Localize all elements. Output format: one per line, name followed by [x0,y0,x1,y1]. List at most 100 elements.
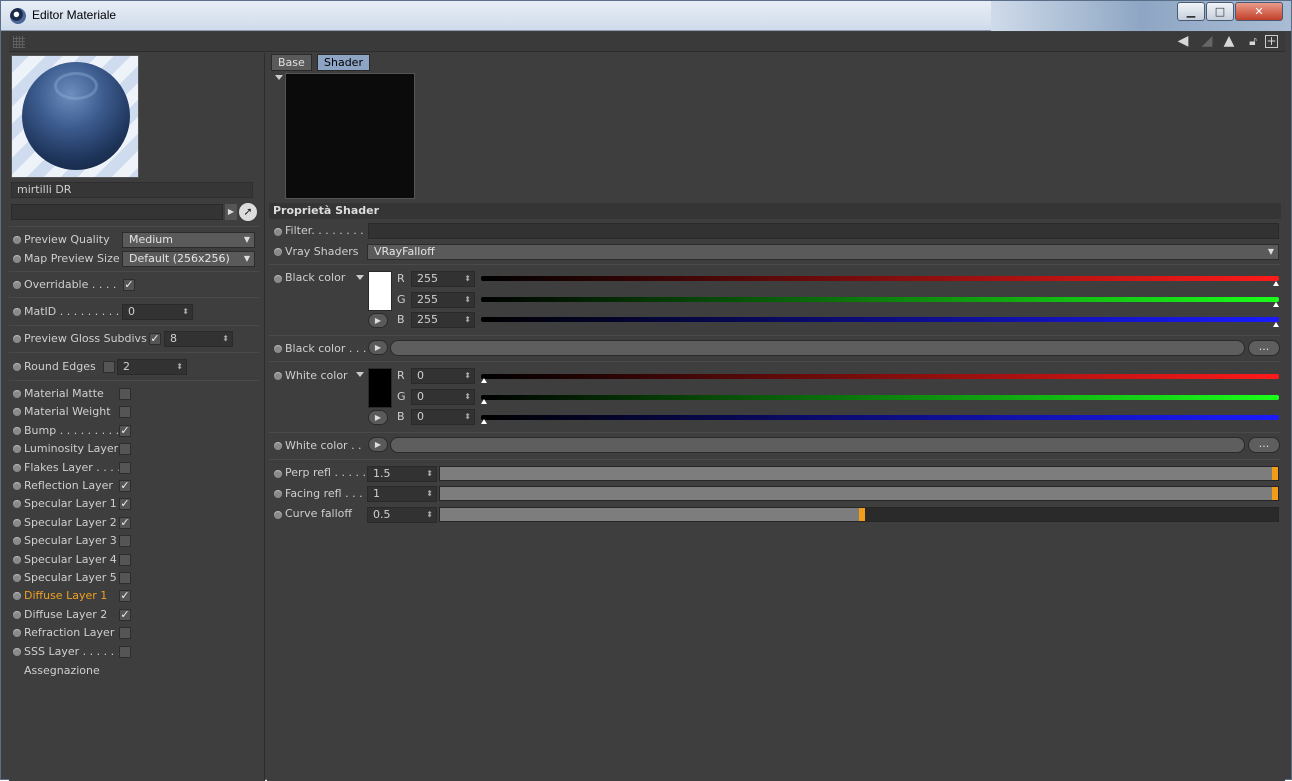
black-color-browse-button[interactable]: ... [1248,340,1280,356]
curve-falloff-handle[interactable] [859,508,865,521]
maximize-button[interactable]: □ [1206,2,1234,21]
white-color-browse-button[interactable]: ... [1248,437,1280,453]
animate-dot[interactable] [13,592,21,601]
white-b-handle[interactable] [481,419,487,424]
black-b-slider[interactable] [481,317,1279,322]
white-color-texture-slot[interactable] [390,437,1245,453]
expand-triangle-icon[interactable] [356,275,364,280]
preview-gloss-checkbox[interactable]: ✓ [149,333,161,345]
spinner-icon[interactable]: ⬍ [176,360,183,374]
black-b-input[interactable]: 255 ⬍ [411,312,475,328]
spinner-icon[interactable]: ⬍ [182,305,189,319]
white-g-slider[interactable] [481,395,1279,400]
white-r-slider[interactable] [481,374,1279,379]
layer-checkbox[interactable] [119,443,131,456]
play-arrow-icon[interactable]: ▶ [225,204,237,220]
overridable-checkbox[interactable]: ✓ [123,279,135,291]
spinner-icon[interactable]: ⬍ [464,390,471,404]
animate-dot[interactable] [13,426,21,435]
layer-label[interactable]: Bump . . . . . . . . . [24,422,119,440]
layer-label[interactable]: SSS Layer . . . . . . [24,643,121,661]
spinner-icon[interactable]: ⬍ [464,369,471,383]
white-b-input[interactable]: 0 ⬍ [411,409,475,425]
expand-triangle-icon[interactable] [356,372,364,377]
layer-label[interactable]: Material Matte [24,385,104,403]
black-color-swatch[interactable] [368,271,392,311]
new-panel-icon[interactable]: + [1265,35,1278,48]
play-arrow-icon[interactable]: ▶ [368,410,388,425]
layer-label[interactable]: Refraction Layer [24,624,114,642]
animate-dot[interactable] [13,555,21,564]
animate-dot[interactable] [13,255,21,263]
white-r-input[interactable]: 0 ⬍ [411,368,475,384]
cursor-icon[interactable]: ▲ [1221,33,1237,50]
play-arrow-icon[interactable]: ▶ [368,340,388,355]
minimize-button[interactable]: ▁ [1177,2,1205,21]
animate-dot[interactable] [13,647,21,656]
collapse-triangle-icon[interactable] [275,75,283,80]
animate-dot[interactable] [13,281,21,289]
animate-dot[interactable] [274,248,282,256]
animate-dot[interactable] [274,372,282,380]
spinner-icon[interactable]: ⬍ [464,313,471,327]
material-preview[interactable] [11,55,139,178]
spinner-icon[interactable]: ⬍ [464,410,471,424]
layer-checkbox[interactable]: ✓ [119,608,131,621]
facing-refl-handle[interactable] [1272,487,1278,500]
layer-checkbox[interactable] [119,572,131,584]
layer-label[interactable]: Specular Layer 2 [24,514,117,532]
animate-dot[interactable] [13,390,21,398]
layer-checkbox[interactable] [119,406,131,419]
spinner-icon[interactable]: ⬍ [426,508,433,522]
spinner-icon[interactable]: ⬍ [426,467,433,481]
layer-label[interactable]: Flakes Layer . . . . [24,459,121,477]
layer-checkbox[interactable] [119,535,131,548]
layer-checkbox[interactable]: ✓ [119,498,131,511]
animate-dot[interactable] [274,490,282,498]
black-r-slider[interactable] [481,276,1279,281]
white-b-slider[interactable] [481,415,1279,420]
black-r-handle[interactable] [1273,281,1279,286]
layer-checkbox[interactable] [119,645,131,658]
shader-preview[interactable] [285,73,415,199]
lock-icon[interactable]: 🔓︎ [1245,33,1261,50]
assignment-label[interactable]: Assegnazione [24,662,100,680]
animate-dot[interactable] [274,228,282,236]
black-r-input[interactable]: 255 ⬍ [411,271,475,287]
white-color-swatch[interactable] [368,368,392,408]
layer-label[interactable]: Specular Layer 1 [24,495,117,513]
matid-input[interactable]: 0 ⬍ [122,304,193,320]
facing-refl-input[interactable]: 1 ⬍ [367,486,437,502]
preview-quality-dropdown[interactable]: Medium ▼ [122,232,255,248]
animate-dot[interactable] [274,511,282,519]
layer-label[interactable]: Material Weight [24,403,111,421]
black-g-input[interactable]: 255 ⬍ [411,292,475,308]
black-g-handle[interactable] [1273,302,1279,307]
white-r-handle[interactable] [481,378,487,383]
animate-dot[interactable] [13,629,21,638]
filter-input[interactable] [368,223,1279,239]
spinner-icon[interactable]: ⬍ [464,272,471,286]
animate-dot[interactable] [13,236,21,244]
pick-icon[interactable]: ➚ [239,203,257,221]
curve-falloff-slider[interactable] [439,507,1279,522]
perp-refl-handle[interactable] [1272,467,1278,480]
layer-checkbox[interactable] [119,388,131,400]
black-color-texture-slot[interactable] [390,340,1245,356]
animate-dot[interactable] [13,308,21,316]
facing-refl-slider[interactable] [439,486,1279,501]
white-g-input[interactable]: 0 ⬍ [411,389,475,405]
layer-label[interactable]: Specular Layer 5 [24,569,117,587]
vray-shaders-dropdown[interactable]: VRayFalloff ▼ [367,244,1279,260]
tab-shader[interactable]: Shader [317,54,370,71]
layer-checkbox[interactable]: ✓ [119,590,131,603]
animate-dot[interactable] [13,335,21,343]
spinner-icon[interactable]: ⬍ [426,487,433,501]
layer-label[interactable]: Luminosity Layer [24,440,118,458]
animate-dot[interactable] [13,574,21,582]
close-button[interactable]: ✕ [1235,2,1283,21]
layer-checkbox[interactable]: ✓ [119,516,131,529]
black-b-handle[interactable] [1273,322,1279,327]
animate-dot[interactable] [13,500,21,509]
spinner-icon[interactable]: ⬍ [464,293,471,307]
